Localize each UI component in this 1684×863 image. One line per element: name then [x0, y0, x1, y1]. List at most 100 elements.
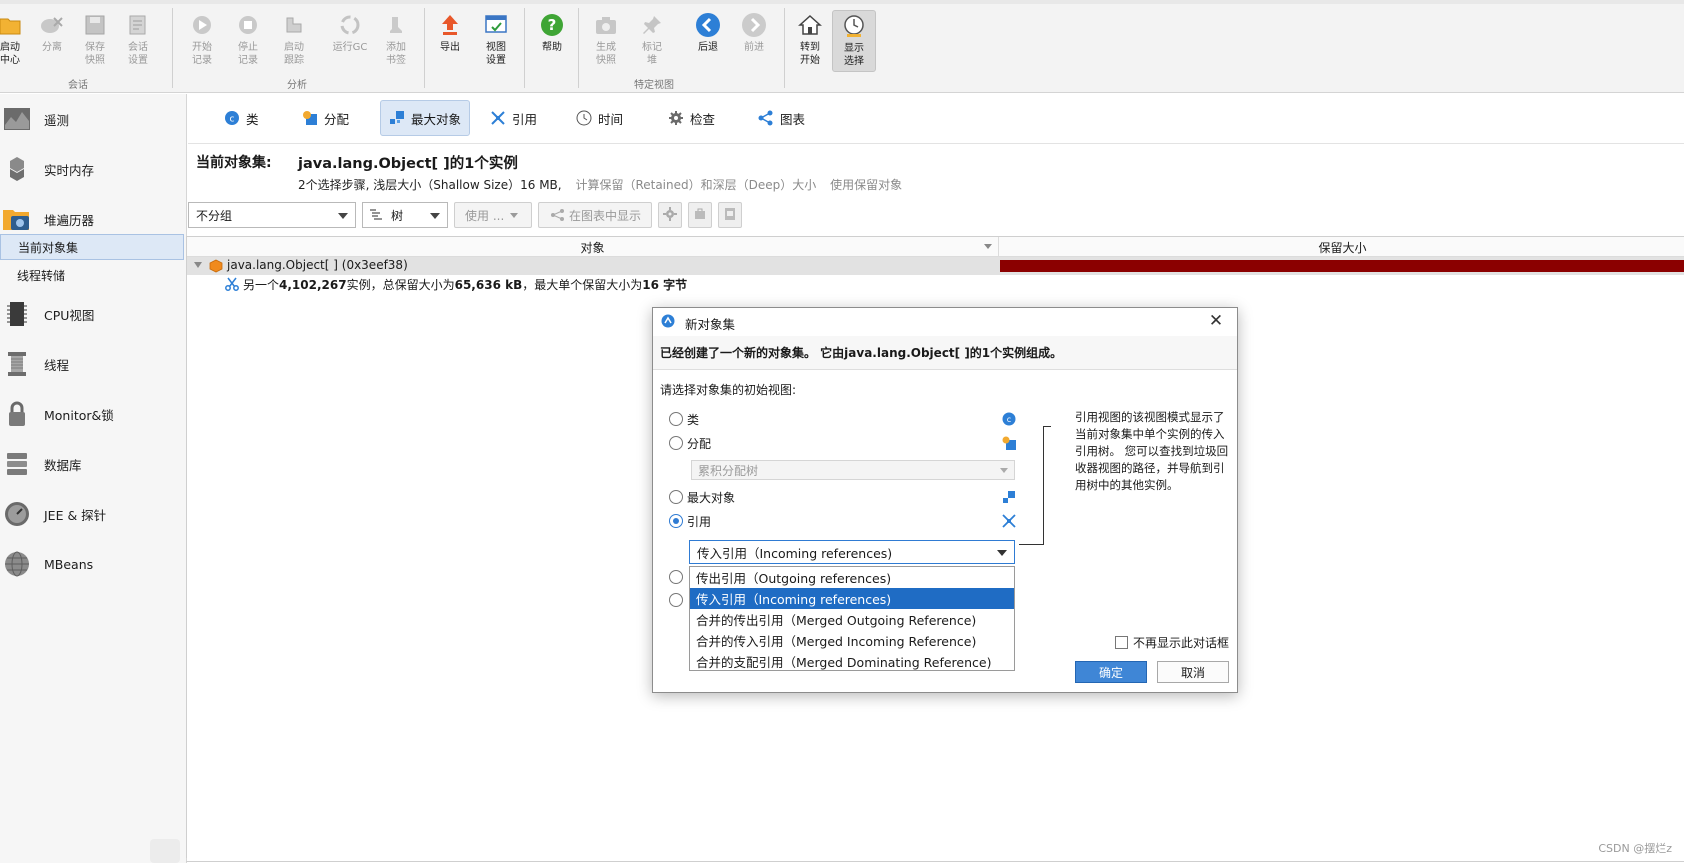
allocation-icon — [1001, 435, 1017, 451]
database-icon — [2, 449, 32, 479]
save-icon — [82, 12, 108, 38]
radio-button[interactable] — [669, 412, 683, 426]
dropdown-option[interactable]: 合并的传入引用（Merged Incoming Reference) — [690, 630, 1014, 651]
group-label-analysis: 分析 — [287, 80, 307, 91]
tab-graph[interactable]: 图表 — [750, 100, 813, 136]
sidebar-subitem-current-object-set[interactable]: 当前对象集 — [0, 234, 184, 260]
radio-button[interactable] — [669, 436, 683, 450]
sidebar-subitem-thread-dump[interactable]: 线程转储 — [0, 262, 184, 288]
run-gc-button[interactable]: 运行GC — [328, 10, 372, 72]
start-center-label: 启动 中心 — [0, 42, 20, 66]
show-in-graph-button[interactable]: 在图表中显示 — [538, 202, 652, 228]
cancel-button[interactable]: 取消 — [1157, 661, 1229, 683]
sidebar-item-telemetry[interactable]: 遥测 — [0, 97, 186, 141]
thread-spool-icon — [2, 349, 32, 379]
tab-label: 引用 — [512, 111, 538, 127]
chevron-down-icon — [338, 213, 348, 219]
sidebar-item-threads[interactable]: 线程 — [0, 342, 186, 386]
dropdown-option[interactable]: 合并的支配引用（Merged Dominating Reference) — [690, 651, 1014, 672]
svg-text:c: c — [230, 115, 235, 125]
tab-biggest-objects[interactable]: 最大对象 — [380, 100, 471, 136]
arrow-left-icon — [695, 12, 721, 38]
table-row[interactable]: java.lang.Object[ ] (0x3eef38) — [187, 257, 1684, 275]
chevron-down-icon — [997, 550, 1007, 556]
sidebar-item-monitors-locks[interactable]: Monitor&锁 — [0, 392, 186, 436]
recycle-icon — [337, 12, 363, 38]
chevron-down-icon — [510, 212, 519, 218]
clock-select-icon — [841, 13, 867, 39]
use-retained-link[interactable]: 使用保留对象 — [830, 178, 902, 192]
save-snapshot-label: 保存 快照 — [85, 42, 105, 66]
chevron-down-icon — [1000, 468, 1008, 473]
dont-show-again-checkbox[interactable]: 不再显示此对话框 — [1115, 634, 1229, 651]
dropdown-option[interactable]: 传出引用（Outgoing references) — [690, 567, 1014, 588]
grouping-select[interactable]: 不分组 — [188, 202, 356, 228]
object-set-summary: 2个选择步骤, 浅层大小（Shallow Size）16 MB, — [298, 178, 562, 192]
telemetry-icon — [2, 104, 32, 134]
tab-time[interactable]: 时间 — [568, 100, 631, 136]
show-selection-button[interactable]: 显示 选择 — [832, 10, 876, 72]
dropdown-option-selected[interactable]: 传入引用（Incoming references) — [690, 588, 1014, 609]
biggest-objects-icon — [1001, 489, 1017, 505]
close-icon[interactable]: ✕ — [1207, 312, 1225, 330]
summary-text: 实例，总保留大小为 — [346, 278, 455, 292]
sidebar-item-live-memory[interactable]: 实时内存 — [0, 147, 186, 191]
settings-button[interactable] — [658, 202, 682, 228]
sidebar-item-label: 实时内存 — [44, 162, 95, 178]
checkbox-box[interactable] — [1115, 636, 1128, 649]
sidebar-item-databases[interactable]: 数据库 — [0, 442, 186, 486]
use-button[interactable]: 使用 ... — [454, 202, 532, 228]
sidebar-item-mbeans[interactable]: MBeans — [0, 542, 186, 586]
radio-button[interactable] — [669, 490, 683, 504]
view-mode-select[interactable]: 树 — [362, 202, 448, 228]
radio-button[interactable] — [669, 593, 683, 607]
save-snapshot-button[interactable]: 保存 快照 — [73, 10, 117, 72]
inspect-button[interactable] — [688, 202, 712, 228]
start-recording-button[interactable]: 开始 记录 — [180, 10, 224, 72]
export-view-button[interactable] — [718, 202, 742, 228]
dropdown-option[interactable]: 合并的传出引用（Merged Outgoing Reference) — [690, 609, 1014, 630]
start-center-button[interactable]: 启动 中心 — [0, 10, 32, 72]
dialog-title: 新对象集 — [685, 317, 736, 332]
sidebar-item-jee-probes[interactable]: JEE & 探针 — [0, 492, 186, 536]
column-header-retained-size[interactable]: 保留大小 — [1000, 237, 1684, 257]
start-tracking-button[interactable]: 启动 跟踪 — [272, 10, 316, 72]
sidebar-item-cpu-views[interactable]: CPU视图 — [0, 292, 186, 336]
cpu-icon — [2, 299, 32, 329]
toolbar-separator — [172, 8, 173, 88]
go-to-start-button[interactable]: 转到 开始 — [788, 10, 832, 72]
back-button[interactable]: 后退 — [686, 10, 730, 72]
tab-inspections[interactable]: 检查 — [660, 100, 723, 136]
expand-toggle-icon[interactable] — [194, 262, 202, 268]
dialog-header-text: 已经创建了一个新的对象集。 它由java.lang.Object[ ]的1个实例… — [660, 346, 1063, 360]
tab-classes[interactable]: c 类 — [216, 100, 267, 136]
ok-button[interactable]: 确定 — [1075, 661, 1147, 683]
tracking-icon — [281, 12, 307, 38]
mark-heap-button[interactable]: 标记 堆 — [630, 10, 674, 72]
help-button[interactable]: ? 帮助 — [530, 10, 574, 72]
add-bookmark-button[interactable]: 添加 书签 — [374, 10, 418, 72]
option-allocations[interactable]: 分配 — [669, 434, 711, 452]
detach-button[interactable]: 分离 — [30, 10, 74, 72]
calc-retained-link[interactable]: 计算保留（Retained）和深层（Deep）大小 — [575, 178, 816, 192]
view-settings-label: 视图 设置 — [486, 42, 506, 66]
create-snapshot-button[interactable]: 生成 快照 — [584, 10, 628, 72]
tab-allocations[interactable]: 分配 — [294, 100, 357, 136]
export-button[interactable]: 导出 — [428, 10, 472, 72]
stop-recording-button[interactable]: 停止 记录 — [226, 10, 270, 72]
table-row[interactable]: 另一个4,102,267实例，总保留大小为65,636 kB，最大单个保留大小为… — [187, 275, 1684, 293]
column-header-object[interactable]: 对象 — [187, 237, 999, 257]
option-classes[interactable]: 类 — [669, 410, 699, 428]
view-settings-button[interactable]: 视图 设置 — [474, 10, 518, 72]
radio-button[interactable] — [669, 570, 683, 584]
reference-mode-select[interactable]: 传入引用（Incoming references) — [689, 540, 1015, 564]
tab-references[interactable]: 引用 — [482, 100, 545, 136]
forward-button[interactable]: 前进 — [732, 10, 776, 72]
export-icon — [437, 12, 463, 38]
option-references[interactable]: 引用 — [669, 512, 711, 530]
option-biggest-objects[interactable]: 最大对象 — [669, 488, 735, 506]
tab-label: 检查 — [690, 111, 716, 127]
row-summary-text: 另一个4,102,267实例，总保留大小为65,636 kB，最大单个保留大小为… — [243, 276, 687, 293]
radio-button-selected[interactable] — [669, 514, 683, 528]
session-settings-button[interactable]: 会话 设置 — [116, 10, 160, 72]
